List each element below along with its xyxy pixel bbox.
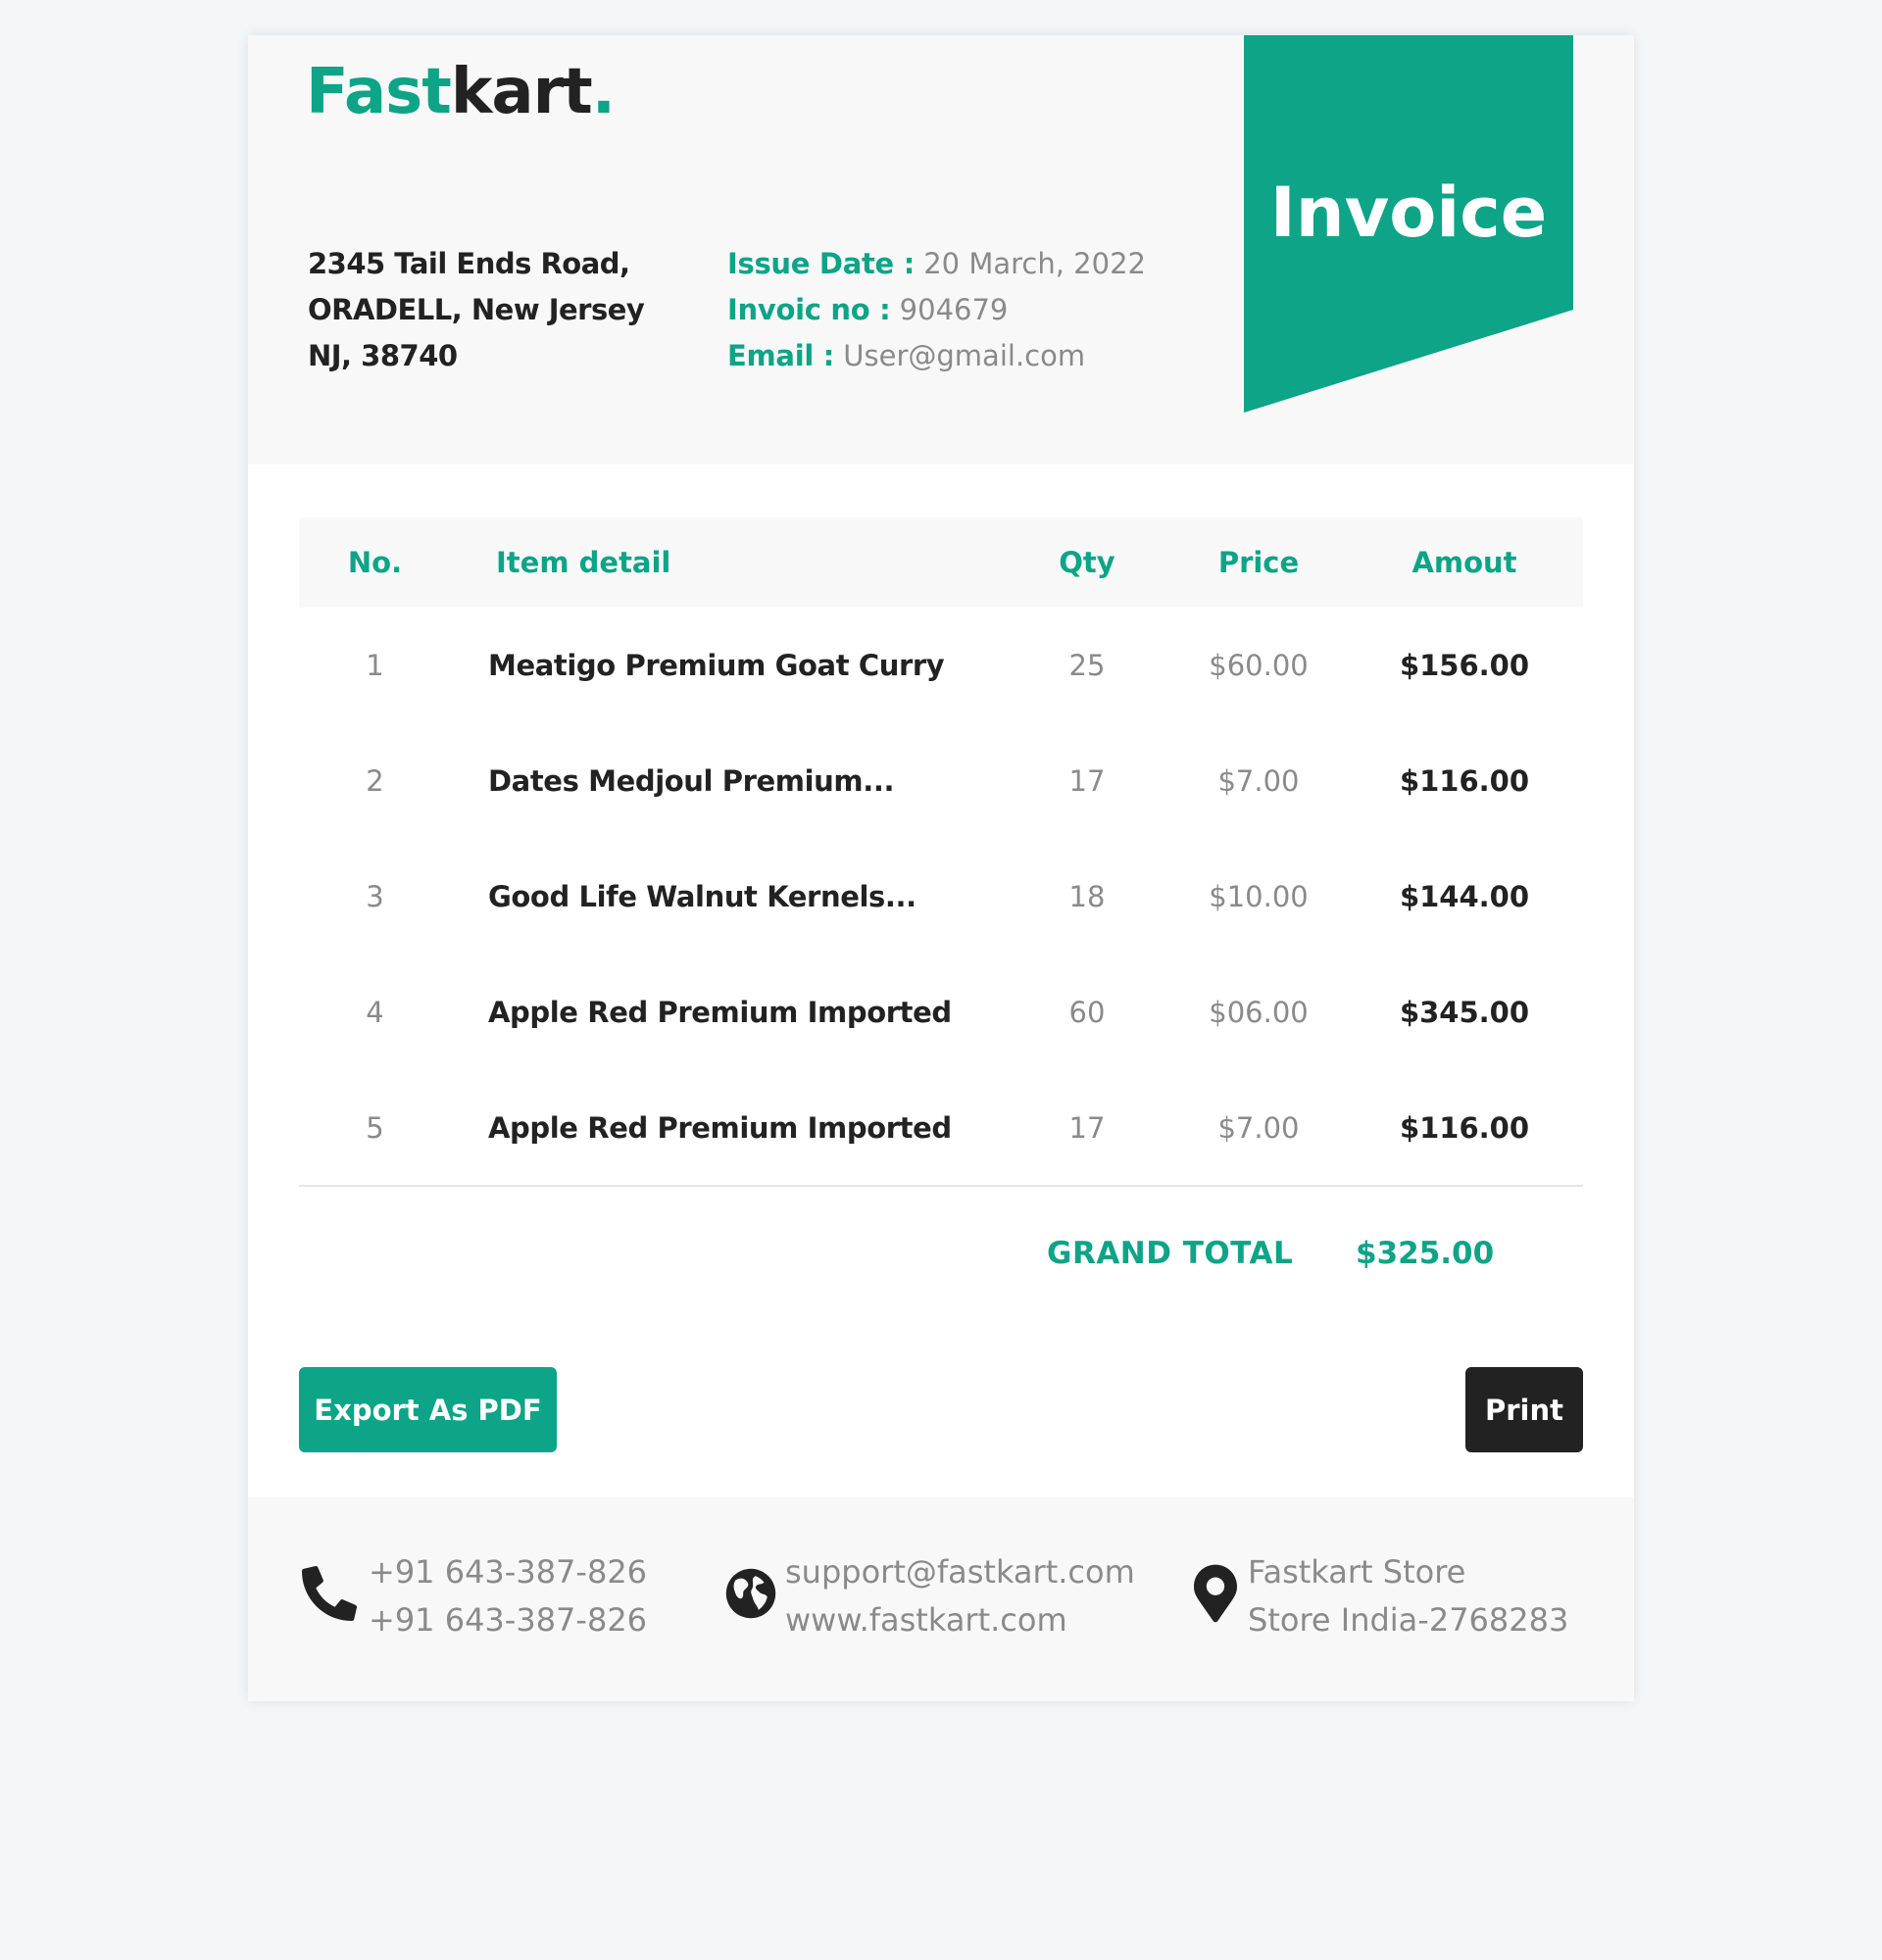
invoice-title: Invoice xyxy=(1269,172,1548,253)
issue-date-row: Issue Date : 20 March, 2022 xyxy=(727,241,1146,287)
row-item: Meatigo Premium Goat Curry xyxy=(488,649,945,682)
grand-total-value: $325.00 xyxy=(1356,1236,1495,1271)
header-price: Price xyxy=(1217,546,1300,579)
table-row: 4 Apple Red Premium Imported 60 $06.00 $… xyxy=(299,955,1583,1070)
row-amount: $116.00 xyxy=(1399,1111,1530,1145)
issue-date-label: Issue Date : xyxy=(727,247,915,280)
invoice-footer: +91 643-387-826 +91 643-387-826 support@… xyxy=(248,1497,1634,1701)
row-no: 2 xyxy=(366,764,384,798)
row-item: Apple Red Premium Imported xyxy=(488,1111,952,1145)
row-qty: 17 xyxy=(1068,1111,1106,1145)
header-item-detail: Item detail xyxy=(496,546,671,579)
row-item: Apple Red Premium Imported xyxy=(488,996,952,1029)
row-amount: $156.00 xyxy=(1399,649,1530,682)
logo-dot: . xyxy=(591,56,616,128)
row-price: $7.00 xyxy=(1217,1111,1300,1145)
invoice-number-row: Invoic no : 904679 xyxy=(727,287,1146,333)
row-no: 3 xyxy=(366,880,384,913)
row-amount: $345.00 xyxy=(1399,996,1530,1029)
row-qty: 60 xyxy=(1068,996,1106,1029)
store-code: Store India-2768283 xyxy=(1248,1601,1569,1639)
store-location: Fastkart Store Store India-2768283 xyxy=(1248,1548,1568,1644)
store-name: Fastkart Store xyxy=(1248,1553,1466,1591)
invoice-number-label: Invoic no : xyxy=(727,293,891,326)
row-price: $06.00 xyxy=(1209,996,1309,1029)
logo-text-fast: Fast xyxy=(306,56,452,128)
phone-numbers: +91 643-387-826 +91 643-387-826 xyxy=(369,1548,647,1644)
address-line-1: 2345 Tail Ends Road, xyxy=(308,247,630,280)
export-pdf-button[interactable]: Export As PDF xyxy=(299,1367,557,1452)
map-pin-icon xyxy=(1194,1564,1249,1623)
row-item: Dates Medjoul Premium... xyxy=(488,764,895,798)
logo-text-kart: kart xyxy=(450,56,593,128)
print-button[interactable]: Print xyxy=(1465,1367,1583,1452)
row-amount: $144.00 xyxy=(1399,880,1530,913)
row-no: 1 xyxy=(366,649,384,682)
phone-line-2[interactable]: +91 643-387-826 xyxy=(369,1596,647,1644)
email-value: User@gmail.com xyxy=(843,339,1086,372)
email-label: Email : xyxy=(727,339,835,372)
issue-date-value: 20 March, 2022 xyxy=(923,247,1146,280)
row-price: $10.00 xyxy=(1209,880,1309,913)
invoice-table: No. Item detail Qty Price Amout 1 Meatig… xyxy=(299,517,1583,1186)
invoice-card: Fastkart. 2345 Tail Ends Road, ORADELL, … xyxy=(248,35,1634,1701)
invoice-header: Fastkart. 2345 Tail Ends Road, ORADELL, … xyxy=(248,35,1634,465)
store-address: 2345 Tail Ends Road, ORADELL, New Jersey… xyxy=(308,241,645,379)
invoice-number-value: 904679 xyxy=(899,293,1009,326)
phone-line-1[interactable]: +91 643-387-826 xyxy=(369,1548,647,1596)
header-qty: Qty xyxy=(1059,546,1115,579)
grand-total-label: GRAND TOTAL xyxy=(1047,1236,1294,1271)
row-no: 4 xyxy=(366,996,384,1029)
table-row: 2 Dates Medjoul Premium... 17 $7.00 $116… xyxy=(299,723,1583,839)
table-row: 5 Apple Red Premium Imported 17 $7.00 $1… xyxy=(299,1070,1583,1186)
row-amount: $116.00 xyxy=(1399,764,1530,798)
address-line-3: NJ, 38740 xyxy=(308,339,458,372)
row-price: $7.00 xyxy=(1217,764,1300,798)
header-amount: Amout xyxy=(1412,546,1517,579)
table-body: 1 Meatigo Premium Goat Curry 25 $60.00 $… xyxy=(299,608,1583,1186)
fastkart-logo[interactable]: Fastkart. xyxy=(306,55,616,130)
website-link[interactable]: www.fastkart.com xyxy=(785,1596,1135,1644)
header-no: No. xyxy=(347,546,403,579)
row-price: $60.00 xyxy=(1209,649,1309,682)
row-item: Good Life Walnut Kernels... xyxy=(488,880,916,913)
row-qty: 25 xyxy=(1068,649,1106,682)
invoice-ribbon: Invoice xyxy=(1244,35,1573,413)
row-no: 5 xyxy=(366,1111,384,1145)
support-email-link[interactable]: support@fastkart.com xyxy=(785,1548,1135,1596)
table-row: 3 Good Life Walnut Kernels... 18 $10.00 … xyxy=(299,839,1583,955)
table-header: No. Item detail Qty Price Amout xyxy=(299,517,1583,608)
address-line-2: ORADELL, New Jersey xyxy=(308,293,645,326)
invoice-meta: Issue Date : 20 March, 2022 Invoic no : … xyxy=(727,241,1146,379)
table-divider xyxy=(299,1185,1583,1187)
globe-icon xyxy=(723,1564,778,1623)
table-row: 1 Meatigo Premium Goat Curry 25 $60.00 $… xyxy=(299,608,1583,723)
row-qty: 18 xyxy=(1068,880,1106,913)
phone-icon xyxy=(302,1564,357,1623)
row-qty: 17 xyxy=(1068,764,1106,798)
web-contacts: support@fastkart.com www.fastkart.com xyxy=(785,1548,1135,1644)
email-row: Email : User@gmail.com xyxy=(727,333,1146,379)
